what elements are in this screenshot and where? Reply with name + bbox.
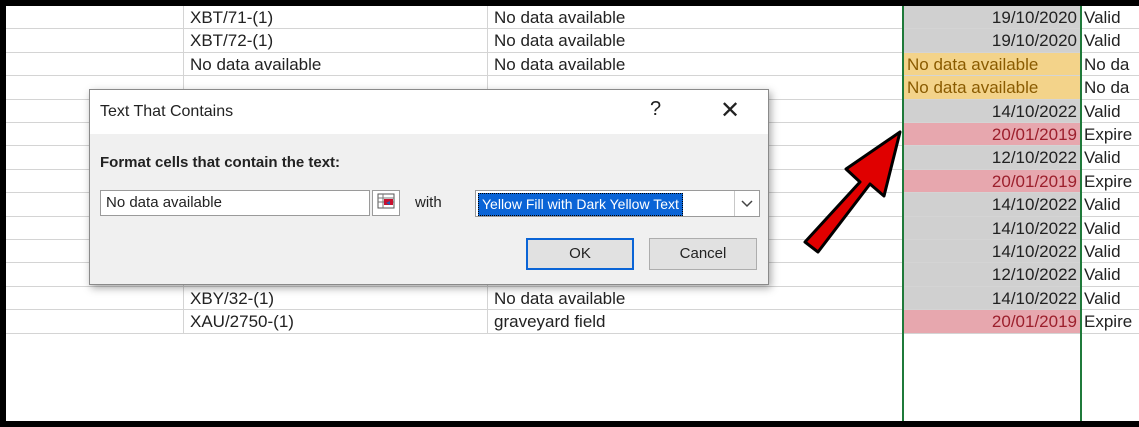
dialog-title: Text That Contains <box>100 103 234 120</box>
table-cell-status[interactable]: Valid <box>1081 100 1139 123</box>
table-cell-code[interactable]: XBT/71-(1) <box>184 6 488 30</box>
table-cell-date[interactable]: 14/10/2022 <box>903 216 1081 240</box>
table-cell-description[interactable]: No data available <box>488 286 903 311</box>
table-cell-status[interactable]: Valid <box>1081 29 1139 53</box>
table-cell-date[interactable]: 20/01/2019 <box>903 310 1081 334</box>
table-cell-status[interactable]: Expire <box>1081 123 1139 147</box>
table-cell-description[interactable]: No data available <box>488 29 903 53</box>
table-cell-description[interactable]: No data available <box>488 52 903 77</box>
close-button[interactable]: ✕ <box>720 96 740 125</box>
table-cell-code[interactable]: No data available <box>184 52 488 77</box>
column-selection-border-right <box>1080 6 1082 421</box>
table-row: XAU/2750-(1) graveyard field 20/01/2019 Exp… <box>6 310 1139 334</box>
table-cell-description[interactable]: No data available <box>488 6 903 30</box>
table-cell-status[interactable]: No da <box>1081 76 1139 100</box>
format-dropdown[interactable]: Yellow Fill with Dark Yellow Text <box>475 190 760 217</box>
table-cell-date[interactable]: 20/01/2019 <box>903 169 1081 194</box>
with-label: with <box>415 194 442 211</box>
table-cell-blank[interactable] <box>6 29 184 53</box>
table-cell-status[interactable]: Valid <box>1081 287 1139 311</box>
table-cell-date[interactable]: 12/10/2022 <box>903 146 1081 170</box>
table-cell-date[interactable]: 12/10/2022 <box>903 263 1081 287</box>
table-cell-date[interactable]: 14/10/2022 <box>903 193 1081 217</box>
table-cell-blank[interactable] <box>6 52 184 77</box>
ok-button[interactable]: OK <box>526 238 634 270</box>
table-row: No data available No data available No dat… <box>6 52 1139 77</box>
table-cell-date[interactable]: 20/01/2019 <box>903 123 1081 147</box>
description-text: No data available <box>494 288 626 308</box>
table-cell-date[interactable]: 14/10/2022 <box>903 286 1081 311</box>
table-cell-date[interactable]: 14/10/2022 <box>903 240 1081 264</box>
table-cell-status[interactable]: Valid <box>1081 146 1139 170</box>
table-cell-date[interactable]: 14/10/2022 <box>903 99 1081 123</box>
table-cell-status[interactable]: Valid <box>1081 263 1139 287</box>
table-cell-blank[interactable] <box>6 6 184 30</box>
table-cell-blank[interactable] <box>6 286 184 311</box>
table-cell-code[interactable]: XAU/2750-(1) <box>184 310 488 334</box>
table-cell-status[interactable]: Expire <box>1081 310 1139 334</box>
table-cell-status[interactable]: Valid <box>1081 240 1139 264</box>
help-button[interactable]: ? <box>650 98 661 121</box>
format-cells-label: Format cells that contain the text: <box>100 154 341 171</box>
table-cell-status[interactable]: Valid <box>1081 6 1139 30</box>
table-cell-date[interactable]: No data available <box>903 52 1081 77</box>
table-row: XBT/71-(1) No data available 19/10/2020 Val… <box>6 6 1139 30</box>
cancel-button[interactable]: Cancel <box>649 238 757 270</box>
table-cell-status[interactable]: Valid <box>1081 217 1139 240</box>
table-cell-code[interactable]: XBT/72-(1) <box>184 29 488 53</box>
table-cell-code[interactable]: XBY/32-(1) <box>184 286 488 311</box>
table-cell-status[interactable]: Expire <box>1081 170 1139 194</box>
chevron-down-icon[interactable] <box>734 191 759 216</box>
table-cell-date[interactable]: No data available <box>903 76 1081 100</box>
description-text: No data available <box>494 8 626 27</box>
table-row: XBY/32-(1) No data available 14/10/2022 Val… <box>6 286 1139 311</box>
description-text: graveyard field <box>494 312 606 332</box>
dialog-title-bar: Text That Contains ? ✕ <box>90 90 768 134</box>
table-row: XBT/72-(1) No data available 19/10/2020 Val… <box>6 29 1139 53</box>
table-cell-status[interactable]: No da <box>1081 53 1139 77</box>
range-selector-button[interactable] <box>372 190 400 216</box>
contains-text-input[interactable]: No data available <box>100 190 370 216</box>
table-cell-date[interactable]: 19/10/2020 <box>903 29 1081 53</box>
format-dropdown-value: Yellow Fill with Dark Yellow Text <box>478 193 683 216</box>
table-cell-status[interactable]: Valid <box>1081 193 1139 217</box>
table-cell-description[interactable]: graveyard field <box>488 310 903 334</box>
text-that-contains-dialog: Text That Contains ? ✕ Format cells that… <box>89 89 769 285</box>
description-text: No data available <box>494 54 626 74</box>
table-cell-blank[interactable] <box>6 310 184 334</box>
red-arrow-annotation <box>803 130 902 254</box>
range-selector-icon <box>377 193 395 214</box>
description-text: No data available <box>494 31 626 51</box>
table-cell-date[interactable]: 19/10/2020 <box>903 6 1081 30</box>
